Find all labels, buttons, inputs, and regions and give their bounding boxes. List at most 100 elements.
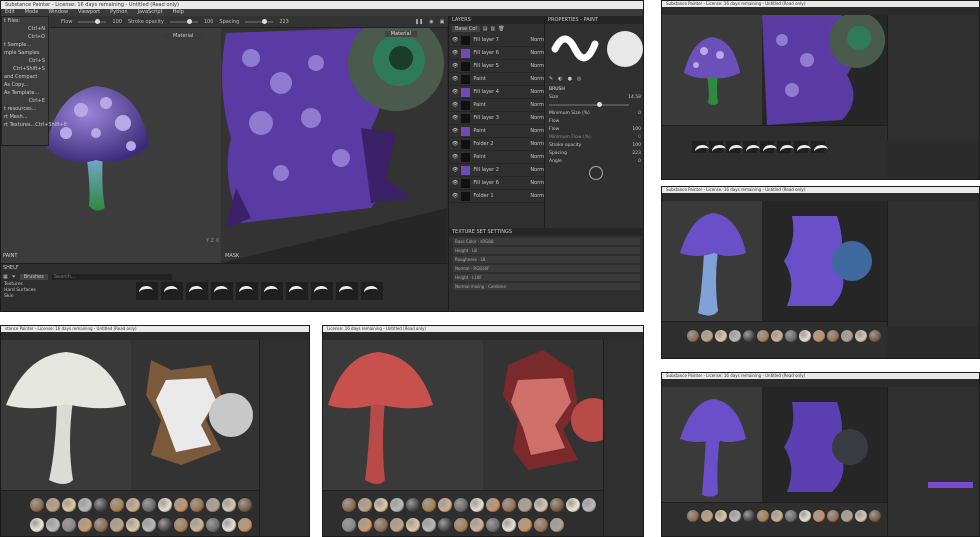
- material-preset[interactable]: [190, 518, 204, 532]
- layer-blend-mode[interactable]: Norm: [530, 141, 544, 147]
- brush-tab-icon[interactable]: ✎: [549, 76, 553, 82]
- alpha-tab-icon[interactable]: ◐: [558, 76, 562, 82]
- layer-row[interactable]: 👁 Paint Norm: [449, 99, 544, 112]
- material-preset[interactable]: [855, 330, 867, 342]
- eye-icon[interactable]: 👁: [452, 141, 458, 147]
- menu-item[interactable]: Ctrl+E: [2, 97, 48, 105]
- layer-blend-mode[interactable]: Norm: [530, 37, 544, 43]
- material-preset[interactable]: [502, 498, 516, 512]
- layer-blend-mode[interactable]: Norm: [530, 193, 544, 199]
- brush-preset[interactable]: [236, 282, 258, 300]
- menu-help[interactable]: Help: [173, 9, 184, 16]
- material-preset[interactable]: [62, 498, 76, 512]
- brush-preset[interactable]: [811, 141, 825, 153]
- menu-item[interactable]: t Files:: [2, 17, 48, 25]
- material-preset[interactable]: [206, 498, 220, 512]
- menu-item[interactable]: As Template...: [2, 89, 48, 97]
- menu-item[interactable]: rt Mesh...: [2, 113, 48, 121]
- menu-item[interactable]: rt Textures... Ctrl+Shift+E: [2, 121, 67, 129]
- left-material-dropdown[interactable]: Material: [163, 33, 204, 39]
- texture-channel-row[interactable]: Normal · RGB16F: [453, 265, 640, 272]
- layer-row[interactable]: 👁 Fill layer 2 Norm: [449, 164, 544, 177]
- material-preset[interactable]: [390, 498, 404, 512]
- flow-value[interactable]: 100: [112, 19, 122, 25]
- material-preset[interactable]: [358, 498, 372, 512]
- material-preset[interactable]: [799, 330, 811, 342]
- menu-python[interactable]: Python: [110, 9, 127, 16]
- eye-icon[interactable]: 👁: [452, 50, 458, 56]
- material-preset[interactable]: [454, 518, 468, 532]
- layer-blend-mode[interactable]: Norm: [530, 154, 544, 160]
- brush-preset[interactable]: [261, 282, 283, 300]
- material-preset[interactable]: [799, 510, 811, 522]
- layer-blend-mode[interactable]: Norm: [530, 115, 544, 121]
- pause-icon[interactable]: ❚❚: [415, 19, 423, 25]
- shelf-search-input[interactable]: Search...: [51, 274, 172, 280]
- normal-mixing-row[interactable]: Normal mixing · Combine: [453, 283, 640, 290]
- prop-spacing-value[interactable]: 223: [632, 150, 641, 158]
- material-preset[interactable]: [827, 330, 839, 342]
- material-preset[interactable]: [222, 518, 236, 532]
- spacing-slider[interactable]: [245, 18, 274, 24]
- menu-mode[interactable]: Mode: [25, 9, 39, 16]
- brush-preset[interactable]: [186, 282, 208, 300]
- material-preset[interactable]: [422, 518, 436, 532]
- prop-stroke-opacity-value[interactable]: 100: [632, 142, 641, 150]
- prop-flow-value[interactable]: 100: [632, 126, 641, 134]
- material-preset[interactable]: [390, 518, 404, 532]
- angle-value[interactable]: 0: [638, 158, 641, 166]
- brush-preset[interactable]: [361, 282, 383, 300]
- layer-row[interactable]: 👁 Fill layer 4 Norm: [449, 86, 544, 99]
- material-preset[interactable]: [158, 498, 172, 512]
- eye-icon[interactable]: 👁: [452, 37, 458, 43]
- eye-icon[interactable]: 👁: [452, 193, 458, 199]
- material-preset[interactable]: [374, 498, 388, 512]
- material-preset[interactable]: [771, 510, 783, 522]
- material-preset[interactable]: [174, 498, 188, 512]
- material-preset[interactable]: [701, 510, 713, 522]
- material-preset[interactable]: [238, 518, 252, 532]
- layer-row[interactable]: 👁 Paint Norm: [449, 151, 544, 164]
- material-preset[interactable]: [687, 330, 699, 342]
- texture-channel-row[interactable]: Base Color · sRGB8: [453, 238, 640, 245]
- layer-blend-mode[interactable]: Norm: [530, 63, 544, 69]
- material-preset[interactable]: [855, 510, 867, 522]
- layer-blend-mode[interactable]: Norm: [530, 128, 544, 134]
- texture-channel-row[interactable]: Height · L8: [453, 247, 640, 254]
- layer-row[interactable]: 👁 Paint Norm: [449, 73, 544, 86]
- add-folder-icon[interactable]: ▥: [490, 26, 495, 32]
- layer-blend-mode[interactable]: Norm: [530, 167, 544, 173]
- material-preset[interactable]: [470, 518, 484, 532]
- flow-slider[interactable]: [78, 18, 107, 24]
- material-preset[interactable]: [582, 498, 596, 512]
- brush-preset[interactable]: [709, 141, 723, 153]
- material-preset[interactable]: [46, 518, 60, 532]
- eye-icon[interactable]: 👁: [452, 76, 458, 82]
- material-preset[interactable]: [715, 510, 727, 522]
- material-preset[interactable]: [827, 510, 839, 522]
- eye-icon[interactable]: 👁: [452, 89, 458, 95]
- material-preset[interactable]: [743, 330, 755, 342]
- material-preset[interactable]: [566, 498, 580, 512]
- brush-preset[interactable]: [311, 282, 333, 300]
- material-preset[interactable]: [30, 498, 44, 512]
- layer-blend-mode[interactable]: Norm: [530, 180, 544, 186]
- menu-item[interactable]: Ctrl+S: [2, 57, 48, 65]
- shelf-category[interactable]: Skin: [4, 294, 36, 300]
- stroke-opacity-slider[interactable]: [169, 18, 198, 24]
- layer-row[interactable]: 👁 Paint Norm: [449, 125, 544, 138]
- material-preset[interactable]: [701, 330, 713, 342]
- brush-preset[interactable]: [136, 282, 158, 300]
- material-preset[interactable]: [238, 498, 252, 512]
- material-preset[interactable]: [486, 518, 500, 532]
- shelf-filter-icon[interactable]: ⏷: [12, 274, 16, 280]
- material-preset[interactable]: [813, 330, 825, 342]
- material-preset[interactable]: [406, 498, 420, 512]
- material-preset[interactable]: [757, 330, 769, 342]
- layer-row[interactable]: 👁 Fill layer 6 Norm: [449, 177, 544, 190]
- texture-channel-row[interactable]: Height · L16F: [453, 274, 640, 281]
- menu-item[interactable]: and Compact: [2, 73, 48, 81]
- material-preset[interactable]: [342, 498, 356, 512]
- material-preset[interactable]: [785, 330, 797, 342]
- material-preset[interactable]: [785, 510, 797, 522]
